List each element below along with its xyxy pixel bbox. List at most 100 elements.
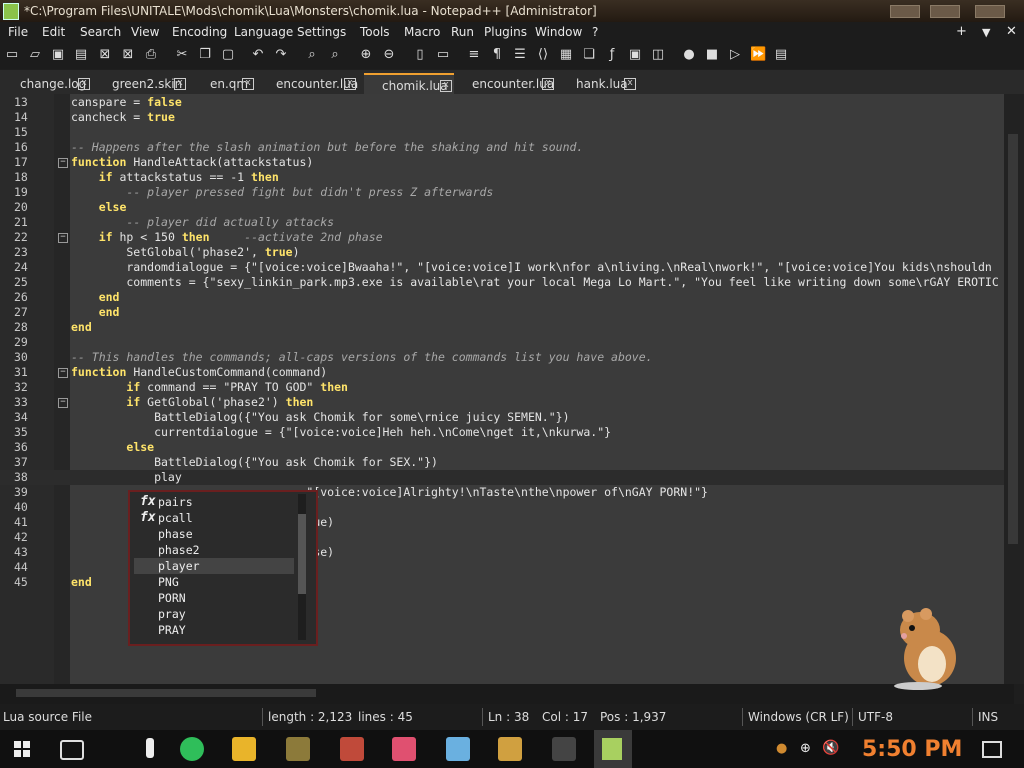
taskbar-pin-icon[interactable]: [146, 738, 154, 758]
code-line[interactable]: 36 else: [0, 440, 1014, 455]
taskbar-app-icon[interactable]: [340, 737, 364, 761]
close-all-icon[interactable]: ⊠: [120, 47, 136, 63]
tab-chomik-lua[interactable]: chomik.lua x: [364, 73, 454, 96]
new-tab-plus-icon[interactable]: +: [956, 24, 967, 39]
document-map-icon[interactable]: ▦: [558, 47, 574, 63]
sync-horizontal-icon[interactable]: ▭: [435, 47, 451, 63]
code-line[interactable]: 16 -- Happens after the slash animation b…: [0, 140, 1014, 155]
code-text[interactable]: play: [71, 470, 182, 485]
code-text[interactable]: function HandleCustomCommand(command): [71, 365, 327, 380]
autocomplete-item[interactable]: PNG: [134, 574, 294, 590]
menu-help[interactable]: ?: [592, 25, 598, 39]
autocomplete-item[interactable]: phase2: [134, 542, 294, 558]
minimize-button[interactable]: [890, 5, 920, 18]
file-explorer-icon[interactable]: [232, 737, 256, 761]
taskbar-app-box-icon[interactable]: [286, 737, 310, 761]
code-text[interactable]: end: [71, 290, 120, 305]
new-file-icon[interactable]: ▭: [4, 47, 20, 63]
redo-icon[interactable]: ↷: [273, 47, 289, 63]
undo-icon[interactable]: ↶: [250, 47, 266, 63]
code-text[interactable]: else: [71, 200, 127, 215]
code-line[interactable]: 28 end: [0, 320, 1014, 335]
notepadpp-app-icon[interactable]: [3, 3, 19, 20]
folder-workspace-icon[interactable]: ▣: [627, 47, 643, 63]
autocomplete-item[interactable]: pray: [134, 606, 294, 622]
taskbar-app-icon[interactable]: [446, 737, 470, 761]
code-text[interactable]: canspare = false: [71, 95, 182, 110]
menu-language[interactable]: Language: [234, 25, 293, 39]
code-text[interactable]: comments = {"sexy_linkin_park.mp3.exe is…: [71, 275, 998, 290]
code-text[interactable]: end: [71, 305, 120, 320]
code-text[interactable]: randomdialogue = {"[voice:voice]Bwaaha!"…: [71, 260, 991, 275]
code-line[interactable]: 35 currentdialogue = {"[voice:voice]Heh …: [0, 425, 1014, 440]
spotify-app-icon[interactable]: [180, 737, 204, 761]
tab-encounter-lua[interactable]: encounter.lua x: [458, 73, 556, 94]
menu-view[interactable]: View: [131, 25, 159, 39]
code-line[interactable]: 17 function HandleAttack(attackstatus) −: [0, 155, 1014, 170]
copy-icon[interactable]: ❐: [197, 47, 213, 63]
cut-icon[interactable]: ✂: [174, 47, 190, 63]
code-text[interactable]: end: [71, 320, 92, 335]
monitoring-icon[interactable]: ◫: [650, 47, 666, 63]
indent-guide-icon[interactable]: ☰: [512, 47, 528, 63]
tab-list-down-icon[interactable]: ▼: [982, 26, 990, 39]
play-macro-icon[interactable]: ▷: [727, 47, 743, 63]
notifications-icon[interactable]: [982, 741, 1002, 758]
unity-app-icon[interactable]: [552, 737, 576, 761]
tab-green2-skin[interactable]: green2.skin x: [98, 73, 188, 94]
autocomplete-scroll-thumb[interactable]: [298, 514, 306, 594]
code-line[interactable]: 32 if command == "PRAY TO GOD" then: [0, 380, 1014, 395]
code-line[interactable]: 31 function HandleCustomCommand(command) −: [0, 365, 1014, 380]
code-text[interactable]: cancheck = true: [71, 110, 175, 125]
network-icon[interactable]: ⊕: [800, 741, 811, 756]
code-text[interactable]: -- player did actually attacks: [71, 215, 334, 230]
autocomplete-item[interactable]: player: [134, 558, 294, 574]
menu-window[interactable]: Window: [535, 25, 582, 39]
code-text[interactable]: BattleDialog({"You ask Chomik for SEX."}…: [71, 455, 438, 470]
code-text[interactable]: else: [71, 440, 154, 455]
code-line[interactable]: 26 end: [0, 290, 1014, 305]
status-eol[interactable]: Windows (CR LF): [748, 710, 849, 724]
tab-en-qm[interactable]: en.qm x: [196, 73, 256, 94]
fold-toggle-icon[interactable]: −: [58, 233, 68, 243]
code-line[interactable]: 33 if GetGlobal('phase2') then −: [0, 395, 1014, 410]
close-document-icon[interactable]: ✕: [1006, 24, 1017, 39]
code-line[interactable]: 29: [0, 335, 1014, 350]
find-icon[interactable]: ⌕: [304, 47, 320, 63]
vertical-scroll-thumb[interactable]: [1008, 134, 1018, 544]
paste-icon[interactable]: ▢: [220, 47, 236, 63]
tab-close-icon[interactable]: x: [624, 78, 636, 90]
tab-change-log[interactable]: change.log x: [6, 73, 92, 94]
menu-macro[interactable]: Macro: [404, 25, 440, 39]
menu-settings[interactable]: Settings: [297, 25, 346, 39]
maximize-button[interactable]: [930, 5, 960, 18]
fold-toggle-icon[interactable]: −: [58, 158, 68, 168]
print-icon[interactable]: ⎙: [143, 47, 159, 63]
code-text[interactable]: SetGlobal('phase2', true): [71, 245, 299, 260]
code-text[interactable]: -- This handles the commands; all-caps v…: [71, 350, 653, 365]
code-line[interactable]: 13 canspare = false: [0, 95, 1014, 110]
code-line[interactable]: 20 else: [0, 200, 1014, 215]
tab-close-icon[interactable]: x: [174, 78, 186, 90]
code-text[interactable]: currentdialogue = {"[voice:voice]Heh heh…: [71, 425, 611, 440]
volume-muted-icon[interactable]: 🔇: [822, 740, 839, 756]
code-line[interactable]: 21 -- player did actually attacks: [0, 215, 1014, 230]
autocomplete-list[interactable]: fx pairs fx pcall phase phase2 player PNG PORN pr…: [128, 490, 318, 646]
close-window-button[interactable]: [975, 5, 1005, 18]
code-line[interactable]: 27 end: [0, 305, 1014, 320]
document-list-icon[interactable]: ❏: [581, 47, 597, 63]
run-macro-multiple-icon[interactable]: ⏩: [750, 47, 766, 63]
fold-toggle-icon[interactable]: −: [58, 398, 68, 408]
horizontal-scroll-thumb[interactable]: [16, 689, 316, 697]
tab-close-icon[interactable]: x: [242, 78, 254, 90]
code-line[interactable]: 18 if attackstatus == -1 then: [0, 170, 1014, 185]
open-file-icon[interactable]: ▱: [27, 47, 43, 63]
menu-encoding[interactable]: Encoding: [172, 25, 227, 39]
autocomplete-item[interactable]: PRAY: [134, 622, 294, 638]
stop-macro-icon[interactable]: ■: [704, 47, 720, 63]
save-icon[interactable]: ▣: [50, 47, 66, 63]
notepadpp-taskbar-button[interactable]: [594, 730, 632, 768]
code-line[interactable]: 25 comments = {"sexy_linkin_park.mp3.exe…: [0, 275, 1014, 290]
code-line[interactable]: 14 cancheck = true: [0, 110, 1014, 125]
code-line[interactable]: 22 if hp < 150 then --activate 2nd phase…: [0, 230, 1014, 245]
